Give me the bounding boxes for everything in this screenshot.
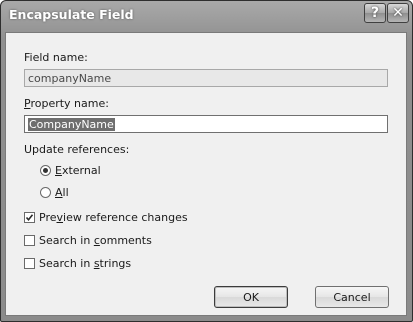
encapsulate-field-dialog: Encapsulate Field ? ✕ Field name: compan… <box>0 0 413 322</box>
dialog-title: Encapsulate Field <box>9 7 134 22</box>
field-name-input: companyName <box>24 69 388 87</box>
close-button[interactable]: ✕ <box>387 3 409 23</box>
property-name-input[interactable]: CompanyName <box>24 115 388 133</box>
ok-button[interactable]: OK <box>214 286 288 308</box>
field-name-label: Field name: <box>24 51 88 64</box>
radio-button-icon[interactable] <box>40 165 51 176</box>
checkbox-preview-reference-changes[interactable]: Preview reference changes <box>24 211 188 224</box>
checkbox-icon[interactable] <box>24 235 35 246</box>
dialog-body: Field name: companyName Property name: C… <box>5 32 407 316</box>
checkbox-search-in-comments[interactable]: Search in comments <box>24 234 152 247</box>
checkbox-comments-label: Search in comments <box>39 234 152 247</box>
update-references-label: Update references: <box>24 143 130 156</box>
cancel-button[interactable]: Cancel <box>315 286 389 308</box>
radio-external-label: External <box>55 164 101 177</box>
radio-all-label: All <box>55 186 69 199</box>
property-name-value: CompanyName <box>28 118 115 131</box>
help-icon: ? <box>370 5 380 21</box>
checkbox-preview-label: Preview reference changes <box>39 211 188 224</box>
property-name-label-text: roperty name: <box>30 97 109 110</box>
checkbox-icon[interactable] <box>24 258 35 269</box>
radio-all[interactable]: All <box>40 186 69 199</box>
property-name-label: Property name: <box>24 97 109 110</box>
radio-button-icon[interactable] <box>40 187 51 198</box>
radio-external[interactable]: External <box>40 164 101 177</box>
checkbox-search-in-strings[interactable]: Search in strings <box>24 257 131 270</box>
checkbox-strings-label: Search in strings <box>39 257 132 270</box>
help-button[interactable]: ? <box>364 3 386 23</box>
title-bar[interactable]: Encapsulate Field ? ✕ <box>1 1 412 31</box>
checkbox-checked-icon[interactable] <box>24 212 35 223</box>
close-icon: ✕ <box>392 5 404 21</box>
